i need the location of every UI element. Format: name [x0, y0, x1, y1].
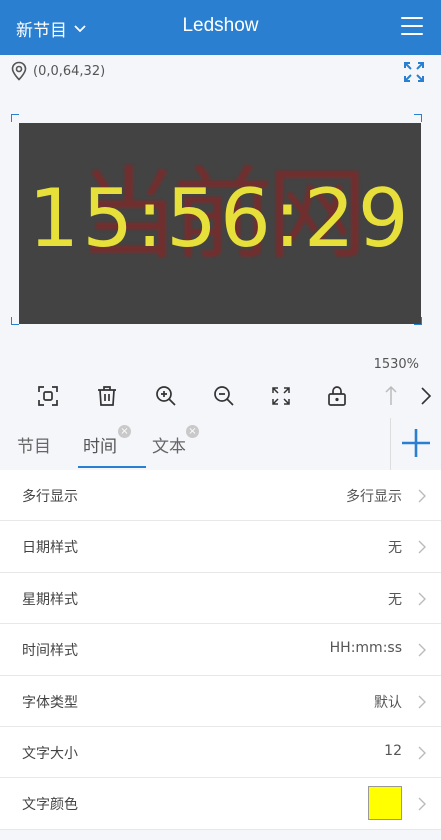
zoom-level: 1530%: [373, 357, 419, 372]
coordinates-text: (0,0,64,32): [33, 63, 106, 79]
chevron-right-icon: [418, 695, 426, 709]
tab-bar: 节目 时间 × 文本 ×: [0, 418, 441, 470]
setting-label: 时间样式: [22, 643, 78, 660]
fit-screen-button[interactable]: [36, 384, 60, 408]
led-canvas: 当前网 15:56:29: [0, 110, 441, 335]
setting-value: 12: [384, 742, 402, 759]
setting-font-type[interactable]: 字体类型 默认: [0, 675, 441, 727]
toolbar-next-button[interactable]: [414, 384, 438, 408]
tab-program[interactable]: 节目: [17, 432, 51, 457]
zoom-in-button[interactable]: [154, 384, 178, 408]
setting-value: 默认: [374, 694, 402, 711]
tab-time[interactable]: 时间: [83, 432, 117, 457]
chevron-right-icon: [418, 746, 426, 760]
selection-corner[interactable]: [414, 114, 422, 122]
setting-text-color[interactable]: 文字颜色: [0, 778, 441, 830]
position-info: (0,0,64,32): [10, 61, 105, 81]
menu-icon[interactable]: [401, 17, 423, 37]
chevron-right-icon: [418, 540, 426, 554]
setting-value: 无: [388, 591, 402, 608]
setting-label: 星期样式: [22, 591, 78, 608]
chevron-right-icon: [418, 592, 426, 606]
setting-label: 文字颜色: [22, 797, 78, 814]
close-tab-text-icon[interactable]: ×: [186, 425, 199, 438]
trash-icon: [98, 386, 116, 406]
lock-icon: [328, 386, 346, 406]
chevron-right-icon: [418, 797, 426, 811]
setting-value: 多行显示: [346, 489, 402, 505]
setting-label: 文字大小: [22, 745, 78, 762]
expand-button[interactable]: [269, 384, 293, 408]
lock-button[interactable]: [325, 384, 349, 408]
close-tab-time-icon[interactable]: ×: [118, 425, 131, 438]
app-header: 新节目 Ledshow: [0, 0, 441, 55]
arrow-up-icon: [385, 385, 397, 405]
setting-weekday-style[interactable]: 星期样式 无: [0, 572, 441, 625]
setting-label: 日期样式: [22, 540, 78, 557]
selection-corner[interactable]: [11, 114, 19, 122]
zoom-in-icon: [156, 386, 176, 406]
setting-time-style[interactable]: 时间样式 HH:mm:ss: [0, 624, 441, 676]
location-pin-icon: [11, 61, 27, 81]
move-up-button[interactable]: [379, 384, 403, 408]
led-screen-preview[interactable]: 当前网 15:56:29: [19, 123, 421, 324]
fit-icon: [38, 386, 58, 406]
setting-value: 无: [388, 540, 402, 557]
add-icon[interactable]: [399, 426, 433, 460]
fullscreen-icon[interactable]: [402, 60, 426, 84]
setting-date-style[interactable]: 日期样式 无: [0, 521, 441, 573]
setting-multiline-display[interactable]: 多行显示 多行显示: [0, 470, 441, 522]
tab-divider: [390, 418, 391, 470]
tab-text[interactable]: 文本: [152, 432, 186, 457]
delete-button[interactable]: [95, 384, 119, 408]
chevron-right-icon: [418, 489, 426, 503]
settings-list: 多行显示 多行显示 日期样式 无 星期样式 无 时间样式 HH:mm:ss 字体…: [0, 470, 441, 830]
chevron-right-icon: [418, 643, 426, 657]
expand-icon: [272, 387, 290, 405]
zoom-out-button[interactable]: [212, 384, 236, 408]
chevron-right-icon: [421, 387, 432, 405]
edit-toolbar: [0, 380, 441, 416]
setting-label: 字体类型: [22, 694, 78, 711]
setting-value: HH:mm:ss: [329, 640, 402, 657]
active-tab-indicator: [78, 466, 146, 468]
app-title: Ledshow: [182, 15, 259, 36]
setting-font-size[interactable]: 文字大小 12: [0, 726, 441, 779]
color-swatch[interactable]: [368, 786, 402, 821]
setting-label: 多行显示: [22, 489, 78, 505]
selection-corner[interactable]: [11, 317, 19, 325]
zoom-out-icon: [214, 386, 234, 406]
led-time-display: 15:56:29: [28, 172, 412, 265]
